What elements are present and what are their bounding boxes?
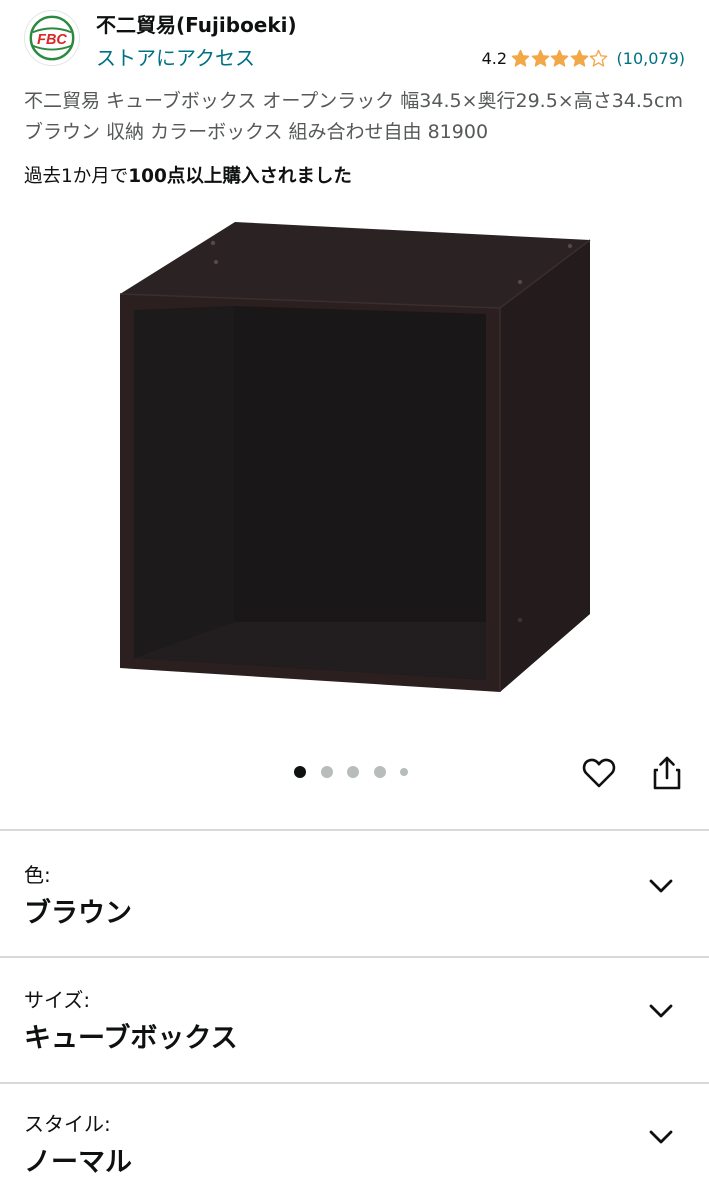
heart-icon — [582, 758, 616, 788]
variant-size-selector[interactable]: サイズ: キューブボックス — [0, 958, 709, 1082]
share-icon — [653, 756, 681, 790]
rating-count[interactable]: (10,079) — [617, 49, 685, 68]
variant-value: キューブボックス — [24, 1023, 238, 1054]
star-full-icon — [531, 49, 549, 67]
visit-store-link[interactable]: ストアにアクセス — [96, 42, 255, 71]
variant-style-selector[interactable]: スタイル: ノーマル — [0, 1084, 709, 1200]
carousel-dot[interactable] — [400, 768, 408, 776]
variant-label: 色: — [24, 863, 51, 887]
purchase-count-prefix: 過去1か月で — [24, 166, 129, 187]
carousel-dot[interactable] — [320, 766, 333, 778]
variant-label: サイズ: — [24, 988, 91, 1012]
star-full-icon — [511, 49, 530, 67]
star-full-icon — [550, 49, 569, 67]
variant-color-selector[interactable]: 色: ブラウン — [0, 831, 709, 955]
chevron-down-icon — [649, 1130, 673, 1144]
star-full-icon — [570, 49, 588, 67]
rating-value: 4.2 — [481, 48, 508, 68]
star-rating — [511, 49, 609, 68]
share-button[interactable] — [646, 752, 688, 794]
variant-label: スタイル: — [24, 1112, 111, 1136]
variant-value: ブラウン — [24, 898, 132, 929]
store-header: FBC 不二貿易(Fujiboeki) ストアにアクセス 4.2 (10,079… — [0, 0, 709, 80]
product-image[interactable] — [100, 210, 610, 710]
svg-text:FBC: FBC — [37, 32, 67, 48]
carousel-dot-active[interactable] — [294, 766, 306, 778]
rating[interactable]: 4.2 (10,079) — [482, 46, 685, 70]
carousel-dot[interactable] — [373, 766, 386, 778]
star-partial-icon — [589, 49, 608, 67]
fbc-logo-icon: FBC — [29, 15, 75, 61]
store-name: 不二貿易(Fujiboeki) — [96, 13, 297, 37]
store-logo[interactable]: FBC — [24, 10, 80, 66]
product-title: 不二貿易 キューブボックス オープンラック 幅34.5×奥行29.5×高さ34.… — [24, 90, 683, 143]
wishlist-button[interactable] — [578, 752, 620, 794]
chevron-down-icon — [649, 879, 673, 893]
cube-box-photo — [119, 222, 591, 692]
purchase-count-emphasis: 100点以上購入されました — [128, 166, 352, 187]
purchase-count: 過去1か月で100点以上購入されました — [24, 162, 352, 188]
carousel-dot[interactable] — [347, 766, 359, 778]
chevron-down-icon — [649, 1004, 673, 1018]
variant-value: ノーマル — [24, 1147, 132, 1178]
carousel-dots[interactable] — [294, 765, 423, 779]
